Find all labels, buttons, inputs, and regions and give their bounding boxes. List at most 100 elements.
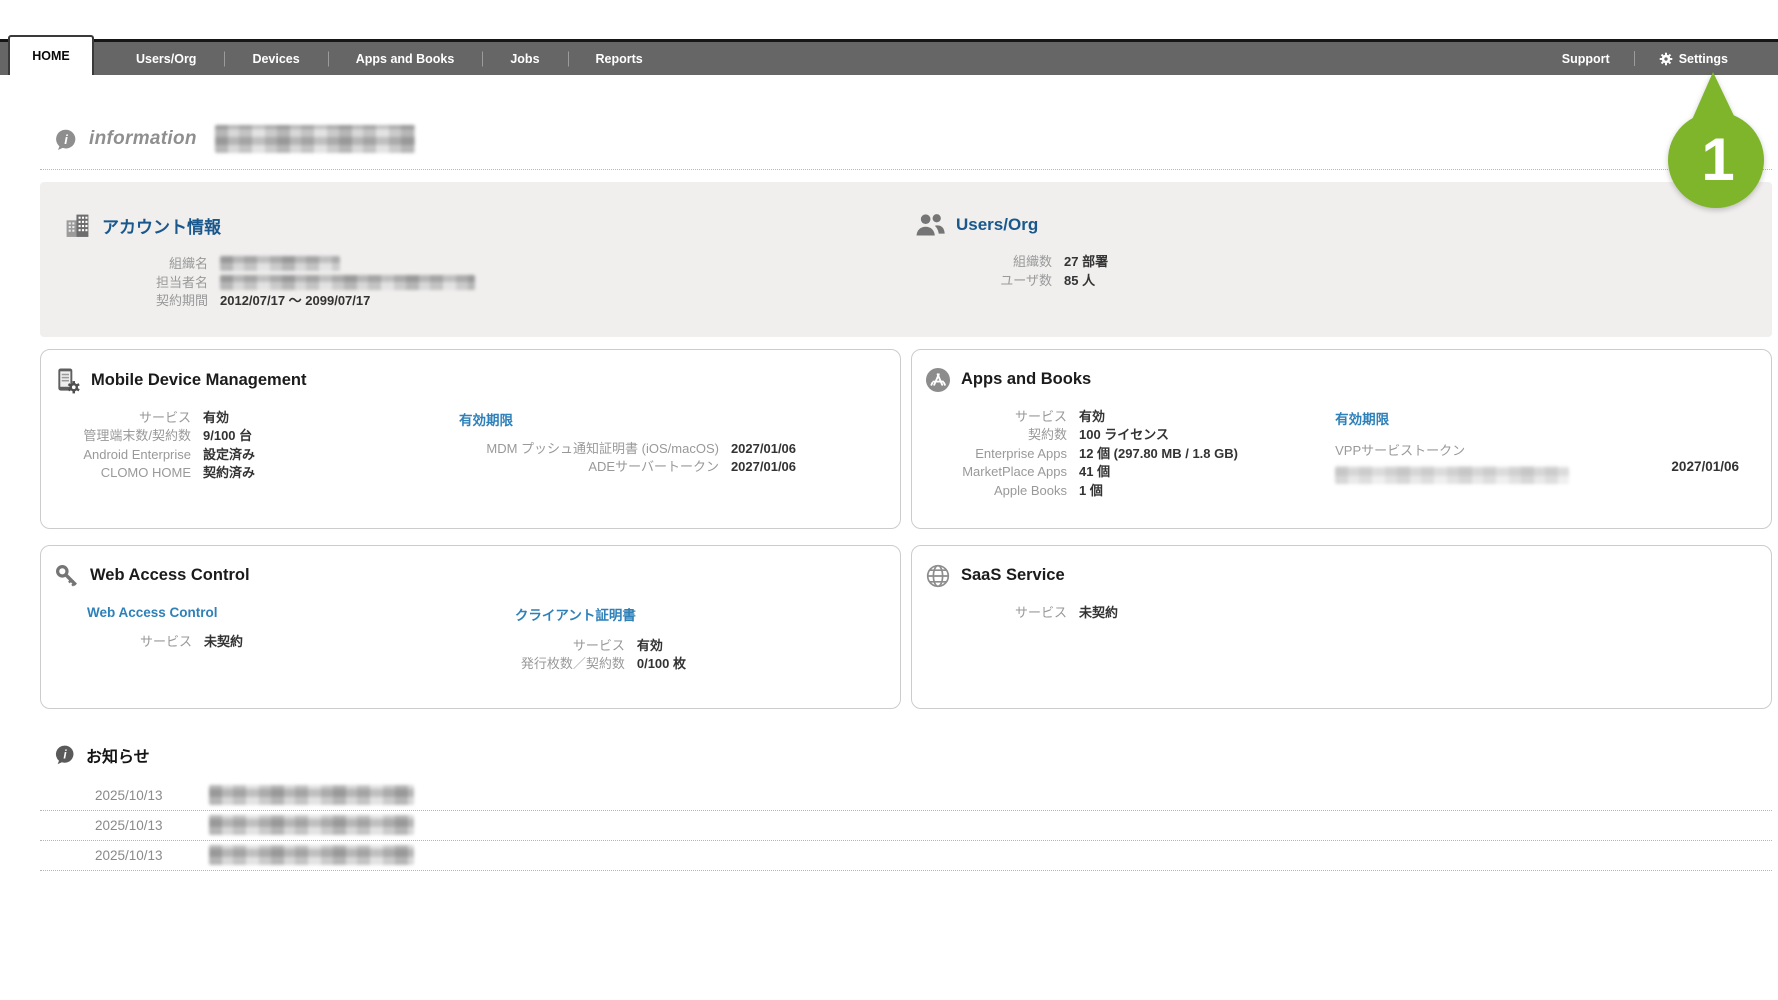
vpp-token-expiry: 2027/01/06	[1671, 459, 1739, 474]
redacted-contact-name	[220, 275, 475, 290]
globe-icon	[925, 563, 951, 589]
news-item[interactable]: 2025/10/13	[40, 781, 1772, 811]
account-info-block: アカウント情報 組織名 担当者名 契約期間 2012/07/17 ～ 2099/…	[40, 212, 906, 311]
client-cert-service-status: 有効	[637, 637, 663, 655]
redacted-info-text	[215, 125, 415, 153]
saas-service-card: SaaS Service サービス未契約	[911, 545, 1772, 709]
row-label: MDM プッシュ通知証明書 (iOS/macOS)	[459, 440, 719, 458]
row-label: サービス	[41, 409, 191, 427]
news-date: 2025/10/13	[95, 848, 175, 863]
gear-icon	[1659, 52, 1673, 66]
enterprise-apps-count: 12 個 (297.80 MB / 1.8 GB)	[1079, 445, 1238, 463]
tab-jobs[interactable]: Jobs	[482, 42, 567, 75]
vpp-token-label: VPPサービストークン	[1335, 440, 1569, 459]
row-label: 組織数	[906, 253, 1052, 271]
row-label: 契約数	[912, 426, 1067, 444]
news-item[interactable]: 2025/10/13	[40, 841, 1772, 871]
ade-token-expiry: 2027/01/06	[731, 458, 796, 476]
nav-right: Support Settings	[1538, 42, 1752, 75]
wac-service-column: Web Access Control サービス未契約	[41, 604, 505, 674]
row-label: Android Enterprise	[41, 446, 191, 464]
support-label: Support	[1562, 52, 1610, 66]
redacted-news-text	[209, 785, 414, 805]
redacted-org-name	[220, 256, 340, 271]
row-label: サービス	[87, 633, 192, 651]
redacted-news-text	[209, 815, 414, 835]
redacted-news-text	[209, 845, 414, 865]
svg-text:i: i	[64, 131, 68, 146]
users-icon	[914, 212, 945, 237]
mdm-device-count: 9/100 台	[203, 427, 252, 445]
badge-count: 1	[1701, 126, 1734, 193]
client-cert-link[interactable]: クライアント証明書	[515, 604, 636, 624]
news-list: 2025/10/13 2025/10/13 2025/10/13	[40, 781, 1772, 871]
mdm-clomo-home-status: 契約済み	[203, 464, 255, 482]
account-info-title: アカウント情報	[102, 213, 221, 238]
news-section: i お知らせ 2025/10/13 2025/10/13 2025/10/13	[40, 743, 1772, 871]
mdm-expiry-column: 有効期限 MDM プッシュ通知証明書 (iOS/macOS) 2027/01/06…	[419, 409, 900, 483]
news-date: 2025/10/13	[95, 788, 175, 803]
wac-link[interactable]: Web Access Control	[87, 605, 218, 620]
row-label: ユーザ数	[906, 272, 1052, 290]
tab-apps-and-books[interactable]: Apps and Books	[328, 42, 483, 75]
tab-home[interactable]: HOME	[8, 35, 94, 75]
row-label: MarketPlace Apps	[912, 463, 1067, 481]
row-label: 契約期間	[40, 292, 208, 310]
top-nav: HOME Users/Org Devices Apps and Books Jo…	[0, 39, 1778, 75]
mdm-card-title: Mobile Device Management	[91, 371, 306, 390]
news-bubble-icon: i	[54, 744, 75, 765]
row-label: サービス	[515, 637, 625, 655]
buildings-icon	[64, 212, 91, 239]
org-count-value: 27 部署	[1064, 253, 1108, 271]
row-label: CLOMO HOME	[41, 464, 191, 482]
tab-reports[interactable]: Reports	[568, 42, 671, 75]
apple-books-count: 1 個	[1079, 482, 1103, 500]
row-label: ADEサーバートークン	[459, 458, 719, 476]
tab-users-org[interactable]: Users/Org	[108, 42, 224, 75]
tab-devices[interactable]: Devices	[224, 42, 327, 75]
client-cert-column: クライアント証明書 サービス有効 発行枚数／契約数 0/100 枚	[505, 604, 900, 674]
device-gear-icon	[54, 367, 81, 394]
news-item[interactable]: 2025/10/13	[40, 811, 1772, 841]
redacted-vpp-token	[1335, 466, 1569, 484]
row-label: サービス	[912, 408, 1067, 426]
users-org-block: Users/Org 組織数 27 部署 ユーザ数 85 人	[906, 212, 1772, 311]
row-label: 発行枚数／契約数	[515, 655, 625, 673]
news-title: お知らせ	[86, 743, 150, 767]
apps-license-count: 100 ライセンス	[1079, 426, 1169, 444]
info-bubble-icon: i	[54, 128, 77, 151]
support-link[interactable]: Support	[1538, 42, 1634, 75]
contract-period-value: 2012/07/17 ～ 2099/07/17	[220, 292, 370, 310]
wac-card-title: Web Access Control	[90, 566, 250, 585]
main-content: i information	[0, 125, 1778, 871]
account-row-contact-name: 担当者名	[40, 274, 906, 292]
information-header: i information	[40, 125, 1772, 170]
user-count-value: 85 人	[1064, 272, 1095, 290]
settings-link[interactable]: Settings	[1635, 42, 1752, 75]
apps-expiry-link[interactable]: 有効期限	[1335, 412, 1389, 427]
account-row-org-name: 組織名	[40, 255, 906, 273]
users-org-row-users: ユーザ数 85 人	[906, 272, 1772, 290]
mdm-android-enterprise-status: 設定済み	[203, 446, 255, 464]
client-cert-issued-count: 0/100 枚	[637, 655, 686, 673]
annotation-badge-1: 1	[1660, 72, 1778, 214]
news-date: 2025/10/13	[95, 818, 175, 833]
apps-service-status: 有効	[1079, 408, 1105, 426]
app-store-icon	[925, 367, 951, 393]
account-row-contract-period: 契約期間 2012/07/17 ～ 2099/07/17	[40, 292, 906, 310]
row-label: Apple Books	[912, 482, 1067, 500]
mdm-service-status: 有効	[203, 409, 229, 427]
apps-expiry-column: 有効期限 VPPサービストークン 2027/01/06	[1307, 408, 1771, 501]
apps-books-card: Apps and Books サービス有効 契約数100 ライセンス Enter…	[911, 349, 1772, 529]
mdm-expiry-link[interactable]: 有効期限	[459, 409, 513, 429]
row-label: サービス	[912, 604, 1067, 622]
settings-label: Settings	[1679, 52, 1728, 66]
nav-tabs: Users/Org Devices Apps and Books Jobs Re…	[108, 42, 671, 75]
row-label: 組織名	[40, 255, 208, 273]
apps-status-column: サービス有効 契約数 100 ライセンス Enterprise Apps 12 個 …	[912, 408, 1307, 501]
information-title: information	[89, 128, 197, 150]
row-label: 管理端末数/契約数	[41, 427, 191, 445]
row-label: 担当者名	[40, 274, 208, 292]
row-label: Enterprise Apps	[912, 445, 1067, 463]
mdm-push-cert-expiry: 2027/01/06	[731, 440, 796, 458]
